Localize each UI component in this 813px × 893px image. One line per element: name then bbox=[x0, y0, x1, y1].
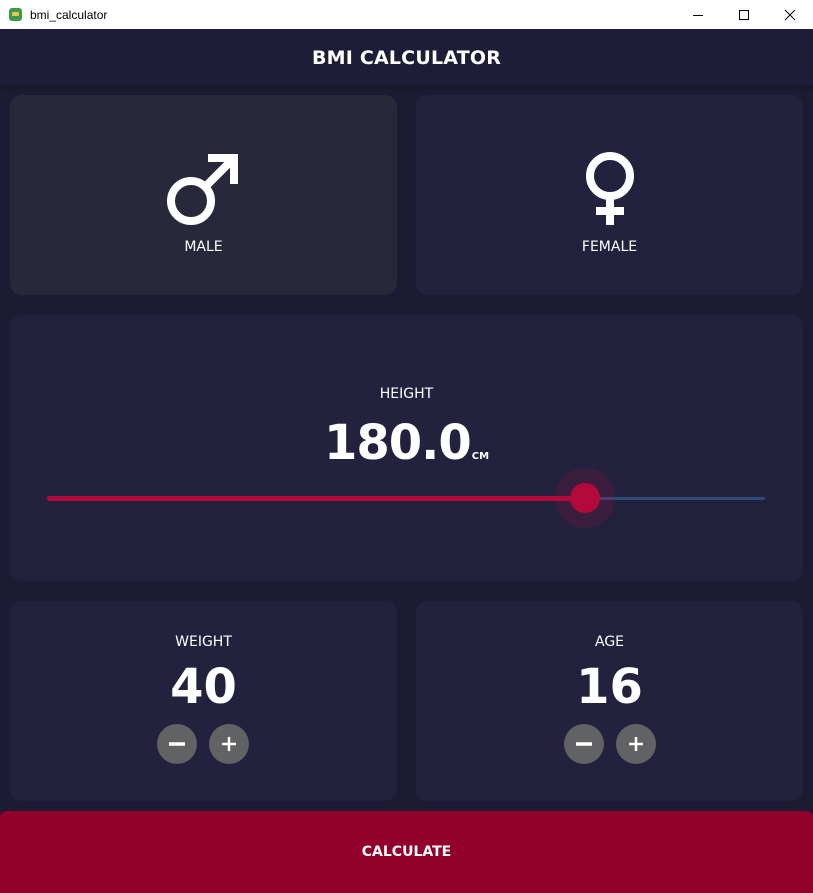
height-slider-thumb[interactable] bbox=[570, 483, 600, 513]
male-label: MALE bbox=[184, 239, 223, 255]
height-card: HEIGHT 180.0CM bbox=[10, 315, 803, 581]
age-value: 16 bbox=[576, 659, 643, 715]
maximize-button[interactable] bbox=[721, 0, 767, 29]
close-icon bbox=[784, 9, 796, 20]
weight-card: WEIGHT 40 bbox=[10, 601, 397, 801]
height-value: 180.0 bbox=[323, 415, 472, 471]
close-button[interactable] bbox=[767, 0, 813, 29]
weight-value: 40 bbox=[170, 659, 237, 715]
window-titlebar: bmi_calculator bbox=[0, 0, 813, 29]
height-label: HEIGHT bbox=[379, 386, 434, 402]
female-label: FEMALE bbox=[581, 239, 638, 255]
female-card[interactable]: FEMALE bbox=[416, 95, 803, 295]
app-bar: BMI CALCULATOR bbox=[0, 29, 813, 86]
weight-label: WEIGHT bbox=[175, 634, 232, 650]
age-decrement-button[interactable] bbox=[564, 724, 604, 764]
height-slider-active-track[interactable] bbox=[47, 496, 586, 501]
male-symbol-icon bbox=[164, 149, 244, 229]
window-title: bmi_calculator bbox=[30, 7, 108, 22]
age-increment-button[interactable] bbox=[616, 724, 656, 764]
minus-icon bbox=[169, 742, 185, 746]
female-symbol-icon bbox=[570, 149, 650, 229]
page-title: BMI CALCULATOR bbox=[311, 46, 502, 69]
maximize-icon bbox=[739, 9, 749, 20]
male-card[interactable]: MALE bbox=[10, 95, 397, 295]
minus-icon bbox=[576, 742, 592, 746]
height-unit: CM bbox=[471, 451, 490, 462]
minimize-button[interactable] bbox=[675, 0, 721, 29]
plus-icon bbox=[222, 737, 236, 751]
weight-decrement-button[interactable] bbox=[157, 724, 197, 764]
height-readout: 180.0CM bbox=[10, 415, 803, 471]
plus-icon bbox=[629, 737, 643, 751]
age-card: AGE 16 bbox=[416, 601, 803, 801]
app-icon bbox=[9, 8, 22, 21]
calculate-button[interactable]: CALCULATE bbox=[0, 811, 813, 893]
minimize-icon bbox=[693, 14, 703, 16]
calculate-label: CALCULATE bbox=[361, 844, 452, 860]
age-label: AGE bbox=[594, 634, 625, 650]
weight-increment-button[interactable] bbox=[209, 724, 249, 764]
